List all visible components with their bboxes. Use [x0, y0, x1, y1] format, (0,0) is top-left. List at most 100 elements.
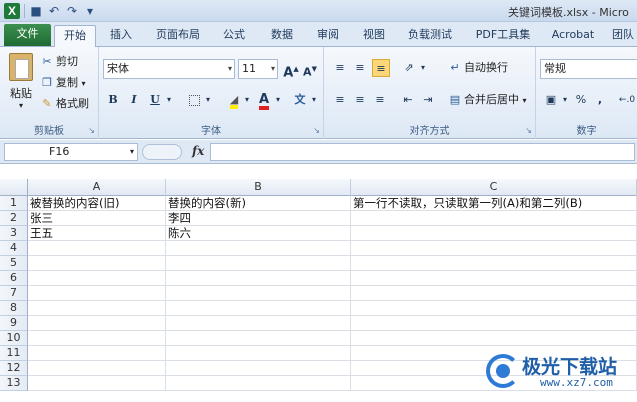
tab-load-test[interactable]: 负载测试 — [402, 25, 458, 47]
fill-color-dropdown-icon[interactable]: ▾ — [242, 91, 252, 109]
align-top-icon[interactable]: ≡ — [332, 59, 348, 77]
cell-a[interactable] — [28, 331, 166, 346]
row-header[interactable]: 2 — [0, 211, 28, 226]
row-header[interactable]: 12 — [0, 361, 28, 376]
cut-button[interactable]: ✂ 剪切 — [40, 53, 78, 71]
cell-c[interactable]: 第一行不读取，只读取第一列(A)和第二列(B) — [351, 196, 637, 211]
copy-button[interactable]: ❐ 复制 ▾ — [40, 74, 85, 92]
row-header[interactable]: 6 — [0, 271, 28, 286]
phonetic-dropdown-icon[interactable]: ▾ — [309, 91, 319, 109]
merge-center-button[interactable]: ▤ 合并后居中 ▾ — [448, 91, 527, 109]
cell-c[interactable] — [351, 316, 637, 331]
cell-c[interactable] — [351, 331, 637, 346]
cell-b[interactable] — [166, 271, 351, 286]
cell-a[interactable] — [28, 286, 166, 301]
phonetic-button[interactable]: 文 — [291, 91, 309, 109]
redo-icon[interactable]: ↷ — [64, 3, 80, 19]
cell-a[interactable] — [28, 256, 166, 271]
tab-formulas[interactable]: 公式 — [217, 25, 251, 47]
tab-file[interactable]: 文件 — [4, 24, 51, 46]
cell-c[interactable] — [351, 226, 637, 241]
tab-home[interactable]: 开始 — [54, 25, 96, 47]
font-size-combo[interactable]: 11 ▾ — [238, 59, 278, 79]
cell-b[interactable] — [166, 361, 351, 376]
name-box[interactable]: F16 ▾ — [4, 143, 138, 161]
row-header[interactable]: 1 — [0, 196, 28, 211]
column-header-c[interactable]: C — [351, 179, 637, 196]
increase-indent-icon[interactable]: ⇥ — [420, 91, 436, 109]
undo-icon[interactable]: ↶ — [46, 3, 62, 19]
orientation-dropdown-icon[interactable]: ▾ — [418, 59, 428, 77]
insert-function-icon[interactable]: fx — [192, 144, 204, 158]
cell-a[interactable] — [28, 316, 166, 331]
row-header[interactable]: 13 — [0, 376, 28, 391]
paste-dropdown-icon[interactable]: ▾ — [6, 101, 36, 110]
cell-b[interactable] — [166, 256, 351, 271]
fill-color-button[interactable]: ◢ — [225, 91, 243, 109]
orientation-icon[interactable]: ⇗ — [400, 59, 418, 77]
column-header-b[interactable]: B — [166, 179, 351, 196]
cell-b[interactable] — [166, 346, 351, 361]
cell-a[interactable] — [28, 241, 166, 256]
cell-b[interactable] — [166, 316, 351, 331]
cell-b[interactable] — [166, 241, 351, 256]
align-middle-icon[interactable]: ≡ — [352, 59, 368, 77]
font-color-dropdown-icon[interactable]: ▾ — [273, 91, 283, 109]
tab-view[interactable]: 视图 — [357, 25, 391, 47]
borders-dropdown-icon[interactable]: ▾ — [203, 91, 213, 109]
cell-a[interactable] — [28, 376, 166, 391]
increase-decimal-icon[interactable]: ←.0 — [618, 91, 636, 109]
cell-a[interactable] — [28, 301, 166, 316]
cell-c[interactable] — [351, 301, 637, 316]
formula-input[interactable] — [210, 143, 635, 161]
tab-team[interactable]: 团队 — [608, 25, 637, 47]
cell-a[interactable]: 张三 — [28, 211, 166, 226]
comma-button[interactable]: , — [594, 91, 606, 109]
row-header[interactable]: 4 — [0, 241, 28, 256]
percent-button[interactable]: % — [574, 91, 588, 109]
align-center-icon[interactable]: ≡ — [352, 91, 368, 109]
cell-c[interactable] — [351, 241, 637, 256]
row-header[interactable]: 9 — [0, 316, 28, 331]
font-launcher-icon[interactable]: ↘ — [313, 126, 320, 135]
tab-pdf-tools[interactable]: PDF工具集 — [470, 25, 536, 47]
tab-insert[interactable]: 插入 — [104, 25, 138, 47]
shrink-font-button[interactable]: A▼ — [302, 60, 318, 79]
row-header[interactable]: 5 — [0, 256, 28, 271]
cell-b[interactable] — [166, 376, 351, 391]
merge-dropdown-icon[interactable]: ▾ — [523, 96, 527, 105]
decrease-indent-icon[interactable]: ⇤ — [400, 91, 416, 109]
cell-c[interactable] — [351, 211, 637, 226]
row-header[interactable]: 3 — [0, 226, 28, 241]
row-header[interactable]: 8 — [0, 301, 28, 316]
cell-c[interactable] — [351, 286, 637, 301]
grow-font-button[interactable]: A▲ — [283, 60, 299, 80]
cell-a[interactable] — [28, 271, 166, 286]
italic-button[interactable]: I — [126, 91, 142, 109]
format-painter-button[interactable]: ✎ 格式刷 — [40, 95, 89, 113]
tab-acrobat[interactable]: Acrobat — [548, 25, 598, 47]
excel-app-icon[interactable]: X — [4, 3, 20, 19]
row-header[interactable]: 11 — [0, 346, 28, 361]
currency-icon[interactable]: ▣ — [542, 91, 560, 109]
cell-b[interactable]: 替换的内容(新) — [166, 196, 351, 211]
underline-button[interactable]: U — [147, 91, 163, 109]
font-name-combo[interactable]: 宋体 ▾ — [103, 59, 235, 79]
align-right-icon[interactable]: ≡ — [372, 91, 388, 109]
paste-button[interactable]: 粘贴 ▾ — [6, 53, 36, 113]
align-bottom-icon[interactable]: ≡ — [372, 59, 390, 77]
cell-b[interactable]: 陈六 — [166, 226, 351, 241]
clipboard-launcher-icon[interactable]: ↘ — [88, 126, 95, 135]
select-all-corner[interactable] — [0, 179, 28, 196]
cell-c[interactable] — [351, 256, 637, 271]
cell-b[interactable] — [166, 331, 351, 346]
formula-bar-splitter[interactable] — [142, 144, 182, 160]
save-icon[interactable]: ■ — [28, 3, 44, 19]
underline-dropdown-icon[interactable]: ▾ — [164, 91, 174, 109]
cell-a[interactable] — [28, 346, 166, 361]
row-header[interactable]: 7 — [0, 286, 28, 301]
cell-b[interactable] — [166, 286, 351, 301]
font-color-button[interactable]: A — [255, 91, 273, 110]
alignment-launcher-icon[interactable]: ↘ — [525, 126, 532, 135]
wrap-text-button[interactable]: ↵ 自动换行 — [448, 59, 508, 77]
